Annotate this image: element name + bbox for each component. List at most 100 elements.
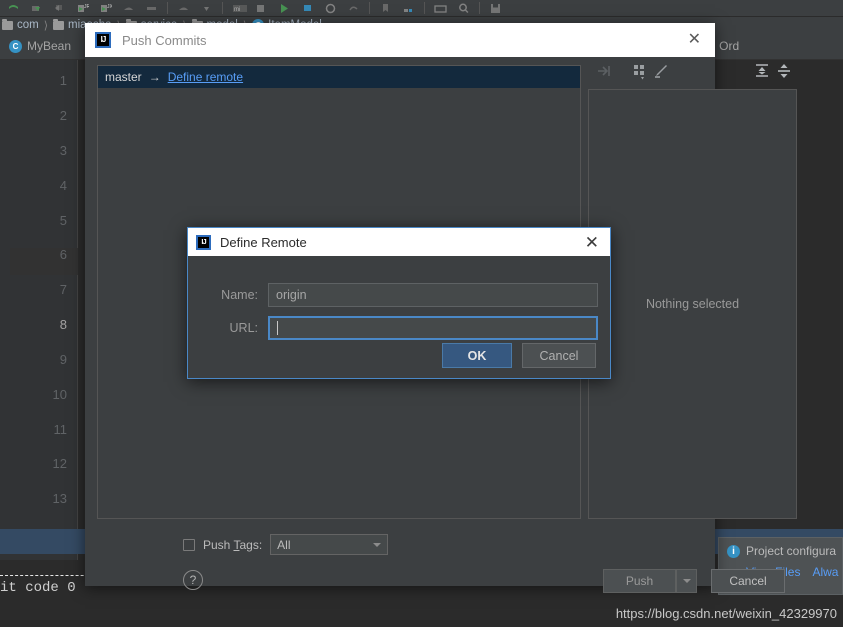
define-remote-titlebar[interactable]: IJ Define Remote ✕	[188, 228, 610, 256]
balloon-title: Project configura	[746, 544, 837, 558]
git-pull-icon[interactable]	[53, 2, 66, 15]
push-tags-row: Push Tags: All	[183, 534, 389, 555]
name-field-label: Name:	[221, 288, 258, 302]
define-remote-cancel-button[interactable]: Cancel	[522, 343, 596, 368]
compile-icon[interactable]	[177, 2, 190, 15]
edit-icon[interactable]	[653, 62, 671, 84]
run-green-icon[interactable]	[278, 2, 291, 15]
push-tags-selected-value: All	[277, 537, 291, 552]
line-number: 7	[59, 282, 67, 297]
editor-marker-gutter	[0, 60, 10, 560]
arrow-icon: →	[148, 70, 161, 84]
define-remote-link[interactable]: Define remote	[168, 70, 243, 84]
build-icon[interactable]	[122, 2, 135, 15]
line-number: 4	[59, 178, 67, 193]
intellij-logo-icon: IJ	[196, 234, 211, 250]
folder-icon	[53, 18, 65, 30]
push-button-group: Push	[603, 569, 697, 593]
collapse-all-icon[interactable]	[775, 62, 793, 84]
name-field-row: Name: origin	[188, 283, 598, 307]
push-options-button[interactable]	[676, 569, 697, 593]
git-commit-icon[interactable]	[30, 2, 43, 15]
window-icon[interactable]	[434, 2, 447, 15]
push-commit-detail-panel: Nothing selected	[588, 89, 797, 519]
run-jar-icon[interactable]: JR	[76, 2, 91, 15]
svg-text:JX: JX	[107, 4, 112, 10]
line-number: 10	[52, 387, 67, 402]
line-number: 9	[59, 352, 67, 367]
always-link[interactable]: Alwa	[812, 565, 838, 579]
breadcrumb-label: com	[17, 19, 39, 31]
folder-icon	[2, 18, 13, 30]
name-field-value: origin	[276, 288, 307, 302]
git-update-icon[interactable]	[7, 2, 20, 15]
tab-mybean[interactable]: C MyBean	[0, 33, 81, 59]
line-number: 11	[53, 422, 68, 437]
push-tags-label: Push Tags:	[203, 538, 262, 552]
url-field[interactable]	[268, 316, 598, 340]
svg-text:mi: mi	[234, 7, 240, 13]
reload-icon[interactable]	[324, 2, 337, 15]
url-field-row: URL:	[188, 316, 598, 340]
branch-row[interactable]: master → Define remote	[98, 66, 580, 88]
bookmark-icon[interactable]	[379, 2, 392, 15]
toolbar-separator-3	[369, 2, 370, 14]
url-field-label: URL:	[229, 321, 258, 335]
define-remote-dialog: IJ Define Remote ✕ Name: origin URL: OK …	[187, 227, 611, 379]
define-remote-buttons: OK Cancel	[442, 343, 596, 368]
line-number: 12	[52, 456, 67, 471]
toolbar-separator-2	[222, 2, 223, 14]
toolbar-separator-5	[479, 2, 480, 14]
branch-source-label: master	[105, 70, 142, 84]
line-number: 3	[59, 143, 67, 158]
push-cancel-button[interactable]: Cancel	[711, 569, 785, 593]
line-number-current: 8	[59, 317, 67, 332]
undo-icon[interactable]	[347, 2, 360, 15]
info-icon: i	[727, 545, 740, 558]
logo-text: IJ	[201, 237, 206, 247]
screen: JR JX mi com ⟩ C MyBean Ord 1 2 3 4 5 6 …	[0, 0, 843, 627]
text-cursor	[277, 321, 278, 335]
push-tags-select[interactable]: All	[270, 534, 389, 555]
structure-icon[interactable]	[402, 2, 415, 15]
group-by-icon[interactable]	[631, 62, 649, 84]
breadcrumb-item-0[interactable]: com	[2, 18, 39, 31]
module-icon[interactable]	[145, 2, 158, 15]
breadcrumb-separator: ⟩	[43, 19, 49, 32]
push-tags-label-pre: Push	[203, 537, 234, 552]
push-dialog-toolbar	[587, 57, 797, 89]
run-config-icon[interactable]: mi	[232, 2, 247, 15]
nothing-selected-label: Nothing selected	[645, 297, 740, 311]
push-dialog-titlebar[interactable]: IJ Push Commits ✕	[85, 23, 715, 57]
close-icon[interactable]: ✕	[582, 234, 602, 251]
help-button[interactable]: ?	[183, 570, 203, 590]
push-tags-label-post: ags:	[239, 537, 263, 552]
define-remote-title: Define Remote	[220, 234, 307, 250]
console-output: it code 0	[0, 580, 76, 596]
expand-all-icon[interactable]	[753, 62, 771, 84]
svg-text:JR: JR	[84, 4, 89, 10]
intellij-logo-icon: IJ	[95, 32, 111, 48]
ok-button[interactable]: OK	[442, 343, 512, 368]
search-icon[interactable]	[457, 2, 470, 15]
chevron-down-icon	[682, 579, 691, 583]
line-number: 5	[59, 213, 67, 228]
push-tags-checkbox[interactable]	[183, 538, 195, 551]
save-icon[interactable]	[489, 2, 502, 15]
collapse-selection-icon[interactable]	[595, 62, 613, 84]
watermark: https://blog.csdn.net/weixin_42329970	[615, 606, 837, 621]
push-dialog-title: Push Commits	[122, 32, 207, 48]
run-app-icon[interactable]	[255, 2, 268, 15]
arrow-down-icon[interactable]	[200, 2, 213, 15]
debug-jar-icon[interactable]: JX	[99, 2, 114, 15]
name-field[interactable]: origin	[268, 283, 598, 307]
line-number: 6	[59, 247, 67, 262]
class-icon: C	[9, 39, 22, 53]
line-number: 1	[59, 73, 67, 88]
close-icon[interactable]: ✕	[684, 30, 705, 50]
editor-line-gutter: 1 2 3 4 5 6 7 8 9 10 11 12 13 14	[10, 60, 78, 560]
toolbar-separator	[167, 2, 168, 14]
push-button[interactable]: Push	[603, 569, 676, 593]
debug-icon[interactable]	[301, 2, 314, 15]
tab-label: MyBean	[27, 39, 72, 53]
